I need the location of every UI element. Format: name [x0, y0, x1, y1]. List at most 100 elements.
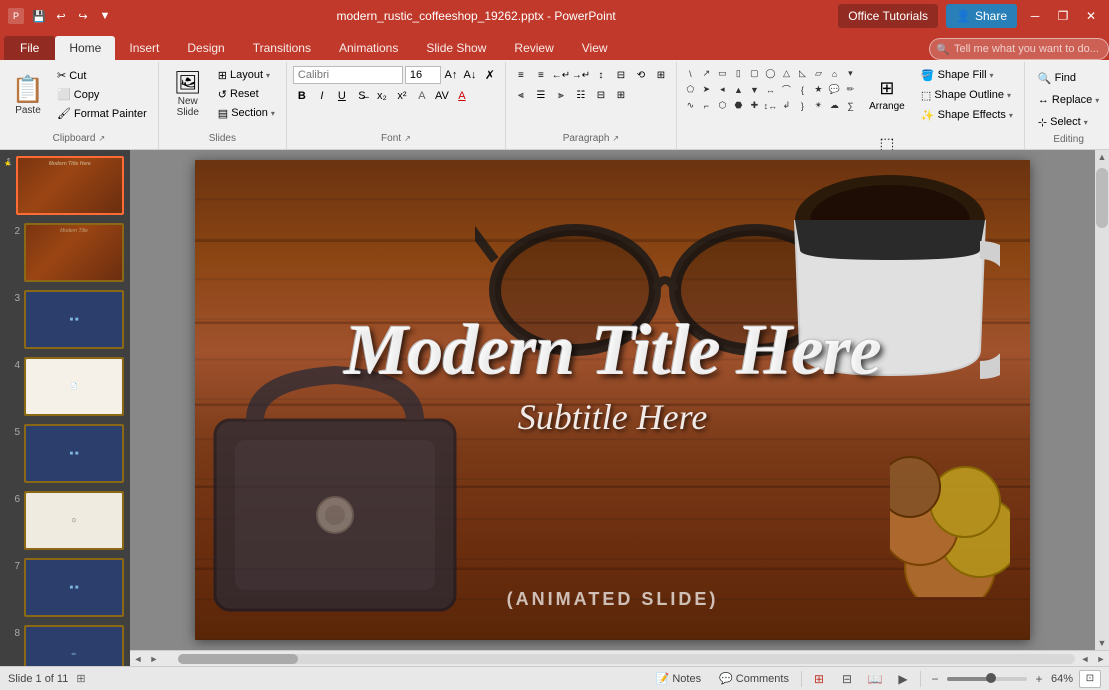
shape-pentagon[interactable]: ⬠	[683, 82, 698, 97]
zoom-plus-button[interactable]: +	[1031, 671, 1047, 687]
shape-arrow-r[interactable]: ➤	[699, 82, 714, 97]
shape-brace[interactable]: }	[795, 98, 810, 113]
justify-button[interactable]: ☷	[572, 86, 590, 104]
next-slide-button[interactable]: ►	[146, 651, 162, 667]
shape-bent[interactable]: ↲	[779, 98, 794, 113]
shape-fill-button[interactable]: 🪣 Shape Fill ▾	[916, 66, 1018, 84]
slide-thumbnail-2[interactable]: Modern Title	[24, 223, 124, 282]
shape-arrow-dbl[interactable]: ↔	[763, 82, 778, 97]
add-column-button[interactable]: ⊞	[612, 86, 630, 104]
hscroll-thumb[interactable]	[178, 654, 298, 664]
office-tutorials-button[interactable]: Office Tutorials	[838, 4, 938, 28]
tab-view[interactable]: View	[568, 36, 622, 60]
shape-callout[interactable]: 💬	[827, 82, 842, 97]
shape-callout2[interactable]: ☁	[827, 98, 842, 113]
shape-para[interactable]: ▱	[811, 66, 826, 81]
scroll-thumb-v[interactable]	[1096, 168, 1108, 228]
line-spacing-button[interactable]: ↕	[592, 66, 610, 84]
shape-star8[interactable]: ✴	[811, 98, 826, 113]
hscroll-track[interactable]	[178, 654, 1075, 664]
slide-thumb-4[interactable]: 4 📄	[4, 355, 126, 418]
tell-me-input[interactable]	[929, 38, 1109, 60]
shape-arrow-line[interactable]: ↗	[699, 66, 714, 81]
tab-file[interactable]: File	[4, 36, 55, 60]
decrease-indent-button[interactable]: ←↵	[552, 66, 570, 84]
minimize-button[interactable]: ─	[1025, 6, 1045, 26]
slide-main-title[interactable]: Modern Title Here	[237, 314, 989, 386]
shape-arrow-u[interactable]: ▲	[731, 82, 746, 97]
slide-thumbnail-7[interactable]: ■ ■	[24, 558, 124, 617]
slide-thumb-1[interactable]: 1 ★ Modern Title Here	[4, 154, 126, 217]
scroll-down-button[interactable]: ▼	[1095, 636, 1109, 650]
zoom-percent[interactable]: 64%	[1051, 673, 1073, 685]
shape-4arrow[interactable]: ↕↔	[763, 98, 778, 113]
shape-hexagon[interactable]: ⬡	[715, 98, 730, 113]
tab-home[interactable]: Home	[55, 36, 115, 60]
paragraph-expand-icon[interactable]: ↗	[612, 134, 619, 143]
cut-button[interactable]: ✂ Cut	[52, 66, 152, 84]
tab-insert[interactable]: Insert	[115, 36, 173, 60]
tab-review[interactable]: Review	[500, 36, 567, 60]
font-name-input[interactable]	[293, 66, 403, 84]
decrease-font-button[interactable]: A↓	[461, 66, 479, 84]
layout-button[interactable]: ⊞ Layout ▾	[213, 66, 280, 84]
reset-button[interactable]: ↺ Reset	[213, 85, 280, 103]
slide-thumb-2[interactable]: 2 Modern Title	[4, 221, 126, 284]
new-slide-button[interactable]: 🖼 New Slide	[165, 66, 211, 124]
slide-thumb-5[interactable]: 5 ■ ■	[4, 422, 126, 485]
tab-design[interactable]: Design	[173, 36, 238, 60]
canvas-area[interactable]: Modern Title Here Subtitle Here (ANIMATE…	[130, 150, 1095, 650]
text-shadow-button[interactable]: A	[413, 87, 431, 105]
notes-button[interactable]: 📝 Notes	[650, 669, 707, 689]
comments-button[interactable]: 💬 Comments	[713, 669, 795, 689]
shape-freeform[interactable]: ✏	[843, 82, 858, 97]
clipboard-expand-icon[interactable]: ↗	[98, 134, 105, 143]
bullets-button[interactable]: ≡	[512, 66, 530, 84]
text-dir-button[interactable]: ⟲	[632, 66, 650, 84]
reading-view-button[interactable]: 📖	[864, 669, 886, 689]
shape-rect2[interactable]: ▯	[731, 66, 746, 81]
shape-equation[interactable]: ∑	[843, 98, 858, 113]
shape-rtri[interactable]: ◺	[795, 66, 810, 81]
share-button[interactable]: 👤 Share	[946, 4, 1017, 28]
shape-curve[interactable]: ∿	[683, 98, 698, 113]
shape-connector[interactable]: ⌐	[699, 98, 714, 113]
superscript-button[interactable]: x²	[393, 87, 411, 105]
tab-animations[interactable]: Animations	[325, 36, 412, 60]
slide-thumbnail-3[interactable]: ■ ■	[24, 290, 124, 349]
shape-outline-button[interactable]: ⬚ Shape Outline ▾	[916, 86, 1018, 104]
slide-thumbnail-5[interactable]: ■ ■	[24, 424, 124, 483]
shape-rounded-rect[interactable]: ▢	[747, 66, 762, 81]
increase-font-button[interactable]: A↑	[442, 66, 460, 84]
slide-sorter-button[interactable]: ⊟	[836, 669, 858, 689]
tab-slideshow[interactable]: Slide Show	[412, 36, 500, 60]
redo-button[interactable]: ↪	[74, 7, 92, 25]
font-color-button[interactable]: A	[453, 87, 471, 105]
shape-arrow-l[interactable]: ◂	[715, 82, 730, 97]
scroll-up-button[interactable]: ▲	[1095, 150, 1109, 164]
format-painter-button[interactable]: 🖌 Format Painter	[52, 104, 152, 122]
customize-button[interactable]: ▼	[96, 7, 114, 25]
slide-thumb-7[interactable]: 7 ■ ■	[4, 556, 126, 619]
underline-button[interactable]: U	[333, 87, 351, 105]
close-button[interactable]: ✕	[1081, 6, 1101, 26]
arrange-button[interactable]: ⊞ Arrange	[864, 66, 910, 124]
slide-thumbnail-6[interactable]: ⊙	[24, 491, 124, 550]
slide-thumb-6[interactable]: 6 ⊙	[4, 489, 126, 552]
shape-trap[interactable]: ⌂	[827, 66, 842, 81]
shape-line[interactable]: \	[683, 66, 698, 81]
replace-button[interactable]: ↔ Replace ▾	[1031, 90, 1106, 110]
subscript-button[interactable]: x₂	[373, 87, 391, 105]
scroll-track-v[interactable]	[1095, 164, 1109, 636]
shape-plus[interactable]: ✚	[747, 98, 762, 113]
shape-star[interactable]: ★	[811, 82, 826, 97]
slide-title-area[interactable]: Modern Title Here Subtitle Here	[237, 314, 989, 438]
slide-thumbnail-4[interactable]: 📄	[24, 357, 124, 416]
shape-tri[interactable]: △	[779, 66, 794, 81]
increase-indent-button[interactable]: →↵	[572, 66, 590, 84]
shape-effects-button[interactable]: ✨ Shape Effects ▾	[916, 106, 1018, 124]
columns-button[interactable]: ⊟	[612, 66, 630, 84]
undo-button[interactable]: ↩	[52, 7, 70, 25]
prev-slide-button[interactable]: ◄	[130, 651, 146, 667]
canvas-vertical-scrollbar[interactable]: ▲ ▼	[1095, 150, 1109, 650]
